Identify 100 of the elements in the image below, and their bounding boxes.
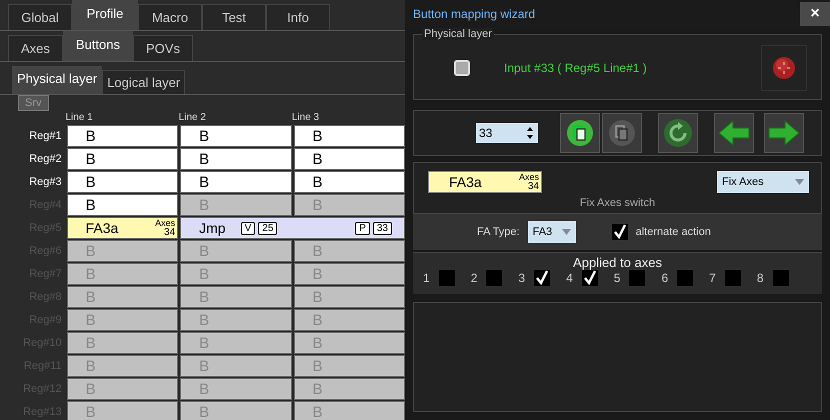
spin-arrows-icon	[526, 126, 534, 140]
button-cell[interactable]: B	[180, 263, 292, 285]
column-header: Line 2	[178, 112, 207, 125]
copy-button[interactable]	[560, 113, 600, 153]
tab[interactable]: Global	[8, 4, 72, 30]
input-label: Input #33 ( Reg#5 Line#1 )	[504, 61, 648, 75]
button-cell[interactable]: B	[180, 125, 292, 147]
button-cell[interactable]: B	[66, 263, 178, 285]
button-cell[interactable]: B	[294, 378, 405, 400]
function-label: FA3a	[86, 220, 118, 236]
button-cell[interactable]: B	[66, 286, 178, 308]
axis-label: 8	[756, 271, 764, 285]
record-icon	[772, 56, 796, 80]
tag: V	[240, 222, 256, 234]
tab[interactable]: Macro	[138, 4, 202, 30]
button-cell[interactable]: B	[180, 148, 292, 170]
fa-type-label: FA Type:	[477, 226, 520, 238]
next-button[interactable]	[764, 113, 804, 153]
section-title: Applied to axes	[573, 255, 662, 270]
axes-caption: Axes	[518, 172, 539, 182]
button-cell[interactable]: B	[294, 332, 405, 354]
button-cell[interactable]: B	[180, 309, 292, 331]
button-cell[interactable]: B	[66, 171, 178, 193]
tag: 25	[258, 222, 278, 234]
button-cell[interactable]: B	[294, 194, 405, 216]
axis-checkbox[interactable]	[438, 270, 455, 286]
prev-button[interactable]	[714, 113, 754, 153]
jump-cell[interactable]: Jmp V 25 P 33	[180, 217, 405, 239]
button-cell[interactable]: B	[66, 378, 178, 400]
tab[interactable]: Physical layer	[12, 66, 102, 94]
button-cell[interactable]: B	[66, 355, 178, 377]
button-cell[interactable]: B	[66, 332, 178, 354]
dropdown-arrow-icon	[562, 229, 571, 235]
button-cell[interactable]: B	[180, 286, 292, 308]
function-dropdown[interactable]: Fix Axes	[717, 171, 809, 193]
function-label: FA3a	[449, 174, 482, 190]
axis-checkbox[interactable]	[534, 270, 550, 286]
row-label: Reg#2	[28, 153, 63, 165]
button-cell[interactable]: B	[66, 309, 178, 331]
axis-checkbox[interactable]	[486, 270, 502, 286]
group-title: Physical layer	[422, 28, 494, 40]
axis-checkbox[interactable]	[582, 270, 598, 286]
tab[interactable]: POVs	[133, 35, 193, 61]
button-cell[interactable]: B	[66, 240, 178, 262]
reset-button[interactable]	[658, 113, 698, 153]
tab[interactable]: Test	[202, 4, 266, 30]
button-cell[interactable]: B	[180, 171, 292, 193]
axis-label: 7	[709, 271, 716, 285]
tag: 33	[372, 222, 392, 234]
window-title: Button mapping wizard	[413, 7, 536, 21]
function-label: Jmp	[199, 220, 226, 236]
function-description: Fix Axes switch	[580, 197, 656, 209]
tag: P	[355, 222, 370, 234]
axes-number: 34	[528, 181, 539, 192]
column-header: Line 3	[292, 112, 320, 125]
button-cell[interactable]: B	[66, 148, 178, 170]
close-button[interactable]: ×	[800, 2, 830, 26]
button-cell[interactable]: B	[180, 332, 292, 354]
button-cell[interactable]: B	[180, 355, 292, 377]
axis-checkbox[interactable]	[629, 270, 646, 286]
paste-button[interactable]	[602, 113, 642, 153]
button-cell[interactable]: B	[66, 194, 178, 216]
axis-checkbox[interactable]	[677, 270, 694, 286]
button-cell[interactable]: B	[180, 194, 292, 216]
axis-checkbox[interactable]	[724, 270, 741, 286]
button-cell[interactable]: B	[294, 401, 405, 420]
number-spinner[interactable]: 33	[476, 123, 538, 143]
button-cell[interactable]: B	[294, 148, 405, 170]
tab[interactable]: Profile	[72, 0, 138, 30]
button-cell[interactable]: B	[294, 355, 405, 377]
tab[interactable]: Logical layer	[102, 70, 186, 94]
button-cell[interactable]: B	[294, 240, 405, 262]
checkbox[interactable]	[612, 224, 628, 240]
tab[interactable]: Buttons	[62, 31, 133, 61]
fix-axes-cell[interactable]: FA3a Axes 34	[66, 217, 178, 239]
fa-type-dropdown[interactable]: FA3	[528, 221, 576, 243]
axis-label: 4	[566, 271, 573, 285]
axis-label: 6	[661, 271, 668, 285]
axis-label: 2	[470, 271, 478, 285]
button-cell[interactable]: B	[294, 171, 405, 193]
tab[interactable]: Axes	[8, 35, 63, 61]
axis-label: 3	[518, 271, 526, 285]
button-cell[interactable]: B	[66, 401, 178, 420]
axis-checkbox[interactable]	[772, 270, 788, 286]
record-button[interactable]	[761, 45, 807, 91]
button-cell[interactable]: B	[294, 286, 405, 308]
button-cell[interactable]: B	[180, 240, 292, 262]
dropdown-arrow-icon	[795, 179, 804, 185]
button-cell[interactable]: B	[294, 263, 405, 285]
button-cell[interactable]: B	[180, 401, 292, 420]
axis-label: 1	[423, 271, 430, 285]
button-cell[interactable]: B	[180, 378, 292, 400]
button-cell[interactable]: B	[294, 125, 405, 147]
button-cell[interactable]: B	[294, 309, 405, 331]
checkbox-label: alternate action	[636, 226, 711, 238]
tab[interactable]: Info	[266, 4, 330, 30]
button-cell[interactable]: B	[66, 125, 178, 147]
column-header: Line 1	[66, 112, 94, 125]
axes-caption: Axes	[155, 218, 176, 228]
srv-button[interactable]: Srv	[18, 95, 48, 111]
